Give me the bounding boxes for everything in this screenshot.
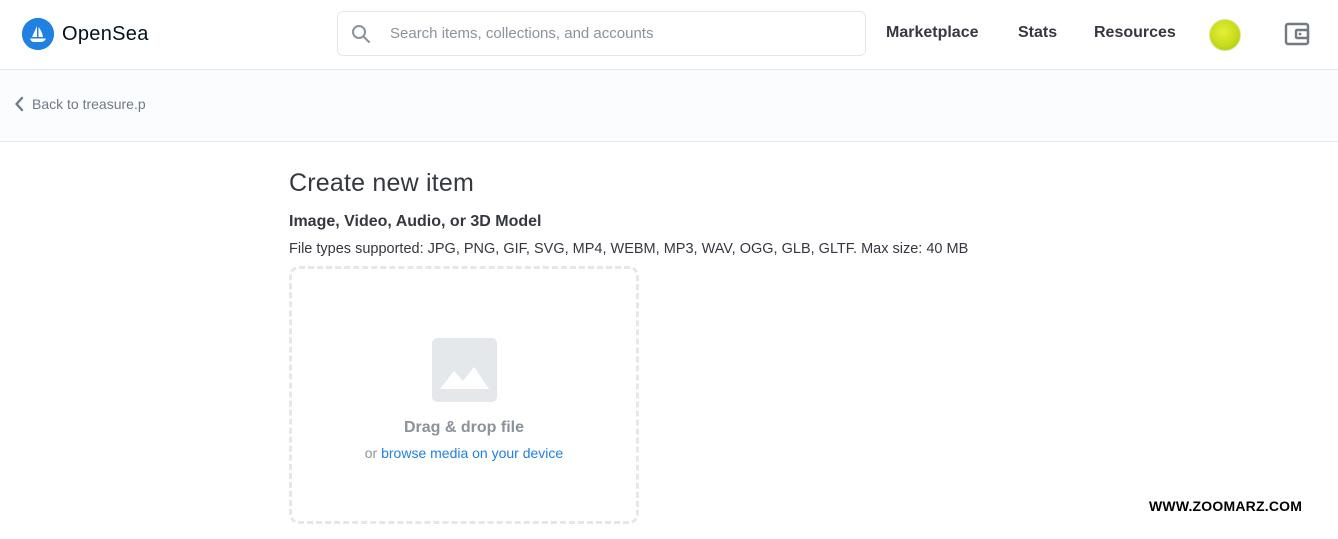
page-title: Create new item <box>289 169 475 197</box>
avatar[interactable] <box>1209 19 1241 51</box>
brand-name: OpenSea <box>62 22 149 45</box>
search-input[interactable] <box>390 25 840 42</box>
nav-marketplace[interactable]: Marketplace <box>886 24 979 42</box>
media-field-hint: File types supported: JPG, PNG, GIF, SVG… <box>289 241 969 257</box>
browse-media-link[interactable]: browse media on your device <box>381 445 563 461</box>
image-placeholder-icon <box>432 338 497 402</box>
wallet-button[interactable] <box>1284 21 1310 47</box>
dropzone-title: Drag & drop file <box>403 419 524 436</box>
media-field-label: Image, Video, Audio, or 3D Model <box>289 213 542 230</box>
opensea-logo-link[interactable]: OpenSea <box>22 18 149 50</box>
media-dropzone[interactable]: Drag & drop file or browse media on your… <box>289 266 639 524</box>
top-navbar: OpenSea Marketplace Stats Resources <box>0 0 1338 70</box>
search-bar <box>337 11 866 56</box>
back-link-label: Back to treasure.p <box>32 96 146 112</box>
search-icon <box>351 24 371 44</box>
nav-stats[interactable]: Stats <box>1018 24 1057 42</box>
watermark: WWW.ZOOMARZ.COM <box>1149 498 1303 514</box>
dropzone-subtitle: or browse media on your device <box>292 445 636 461</box>
nav-resources[interactable]: Resources <box>1094 24 1176 42</box>
dropzone-or-text: or <box>364 445 378 461</box>
chevron-left-icon <box>14 96 24 112</box>
back-link[interactable]: Back to treasure.p <box>14 96 146 112</box>
opensea-logo-icon <box>22 18 54 50</box>
wallet-icon <box>1284 22 1310 46</box>
back-bar: Back to treasure.p <box>0 70 1338 142</box>
